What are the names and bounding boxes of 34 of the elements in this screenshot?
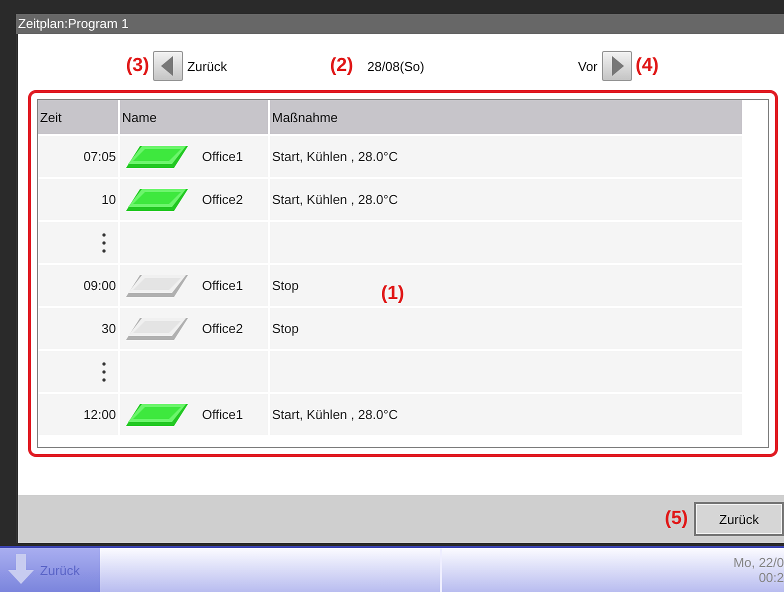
time-cell: 09:00 bbox=[38, 265, 118, 306]
callout-label: (5) bbox=[664, 508, 688, 530]
action-cell: Start, Kühlen , 28.0°C bbox=[270, 179, 742, 220]
column-header: Name bbox=[120, 100, 268, 134]
action-cell: Start, Kühlen , 28.0°C bbox=[270, 394, 742, 435]
time-cell: 12:00 bbox=[38, 394, 118, 435]
time-cell: 30 bbox=[38, 308, 118, 349]
callout-label: (2) bbox=[330, 55, 354, 77]
action-cell: Start, Kühlen , 28.0°C bbox=[270, 136, 742, 177]
time-label: 00:2 bbox=[758, 570, 784, 586]
column-header: Maßnahme bbox=[270, 100, 742, 134]
callout-label: (1) bbox=[381, 283, 404, 305]
zone-name: Office2 bbox=[202, 192, 243, 207]
previous-button[interactable] bbox=[153, 51, 184, 81]
previous-label: Zurück bbox=[187, 58, 227, 74]
column-header: Zeit bbox=[38, 100, 118, 134]
down-arrow-icon bbox=[8, 554, 34, 586]
zone-name: Office1 bbox=[202, 149, 243, 164]
back-button[interactable]: Zurück bbox=[694, 502, 784, 536]
next-label: Vor bbox=[578, 58, 598, 74]
zone-name: Office2 bbox=[202, 321, 243, 336]
callout-label: (3) bbox=[126, 55, 150, 77]
time-cell: 07:05 bbox=[38, 136, 118, 177]
window-title: Zeitplan:Program 1 bbox=[16, 14, 784, 34]
time-cell: 10 bbox=[38, 179, 118, 220]
callout-label: (4) bbox=[636, 55, 659, 77]
vertical-ellipsis-icon bbox=[101, 360, 107, 382]
zone-name: Office1 bbox=[202, 407, 243, 422]
zone-name: Office1 bbox=[202, 278, 243, 293]
date-label: 28/08(So) bbox=[367, 58, 424, 74]
next-button[interactable] bbox=[602, 51, 632, 81]
date-label: Mo, 22/0 bbox=[733, 555, 784, 570]
vertical-ellipsis-icon bbox=[101, 232, 107, 254]
action-cell: Stop bbox=[270, 308, 742, 349]
